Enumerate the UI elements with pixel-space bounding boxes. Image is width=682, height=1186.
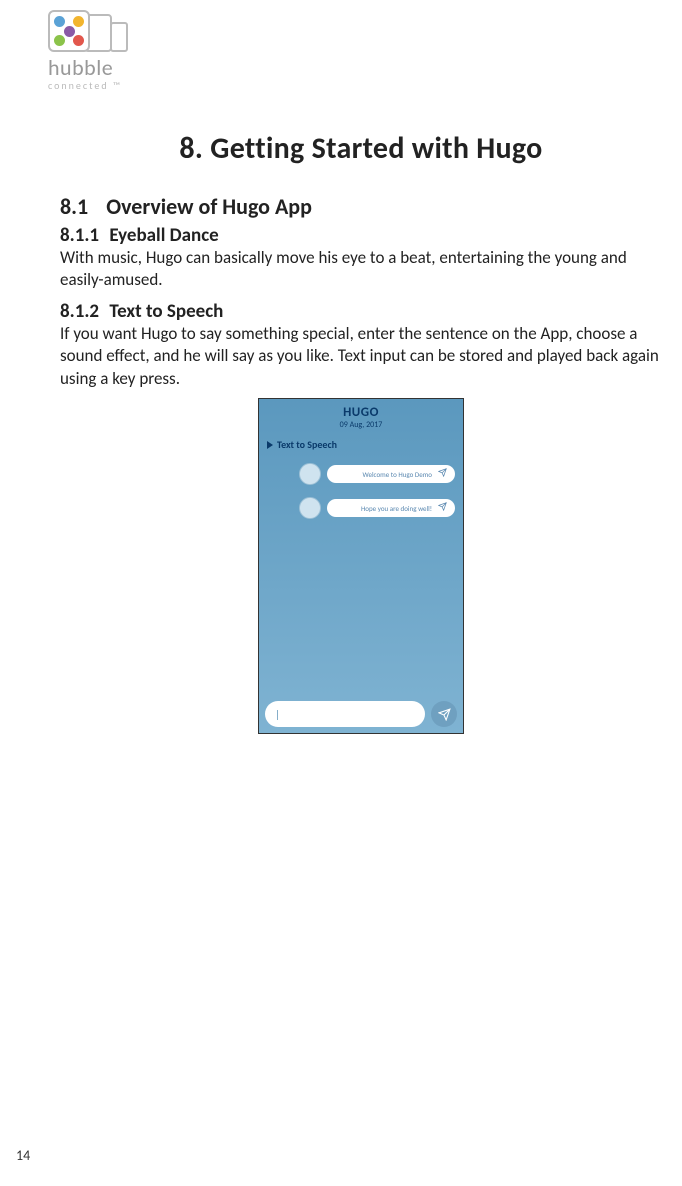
app-tab[interactable]: Text to Speech bbox=[267, 438, 455, 451]
logo-device-icon bbox=[48, 10, 90, 52]
brand-name: hubble connected ™ bbox=[48, 54, 128, 92]
subsection-heading-2: 8.1.2 Text to Speech bbox=[60, 300, 662, 323]
input-cursor: | bbox=[275, 708, 280, 721]
logo-phone-icon bbox=[110, 22, 128, 52]
message-input[interactable]: | bbox=[265, 701, 425, 727]
section-title: Overview of Hugo App bbox=[106, 193, 312, 220]
chat-bubble-text: Welcome to Hugo Demo bbox=[363, 470, 433, 479]
send-icon bbox=[438, 708, 451, 721]
subsection-title-2: Text to Speech bbox=[109, 300, 223, 323]
avatar-icon bbox=[299, 497, 321, 519]
subsection-number-1: 8.1.1 bbox=[60, 224, 99, 247]
send-icon[interactable] bbox=[438, 468, 447, 480]
brand-tagline: connected ™ bbox=[48, 79, 128, 92]
section-number: 8.1 bbox=[60, 193, 88, 220]
chat-bubble[interactable]: Welcome to Hugo Demo bbox=[327, 465, 455, 483]
brand-logo: hubble connected ™ bbox=[48, 10, 128, 92]
section-heading: 8.1 Overview of Hugo App bbox=[60, 193, 662, 220]
phone-screenshot: HUGO 09 Aug, 2017 Text to Speech Welcome… bbox=[258, 398, 464, 734]
page-number: 14 bbox=[16, 1147, 30, 1164]
subsection-number-2: 8.1.2 bbox=[60, 300, 99, 323]
app-tab-label: Text to Speech bbox=[277, 438, 337, 451]
brand-logo-mark bbox=[48, 10, 128, 52]
subsection-heading-1: 8.1.1 Eyeball Dance bbox=[60, 224, 662, 247]
subsection-body-1: With music, Hugo can basically move his … bbox=[60, 247, 662, 292]
chat-row: Hope you are doing well! bbox=[267, 497, 455, 519]
chat-row: Welcome to Hugo Demo bbox=[267, 463, 455, 485]
send-icon[interactable] bbox=[438, 502, 447, 514]
chat-bubble-text: Hope you are doing well! bbox=[361, 504, 432, 513]
send-button[interactable] bbox=[431, 701, 457, 727]
app-title: HUGO bbox=[259, 405, 463, 420]
chat-bubble[interactable]: Hope you are doing well! bbox=[327, 499, 455, 517]
app-date: 09 Aug, 2017 bbox=[259, 420, 463, 430]
subsection-body-2: If you want Hugo to say something specia… bbox=[60, 323, 662, 390]
avatar-icon bbox=[299, 463, 321, 485]
subsection-title-1: Eyeball Dance bbox=[109, 224, 218, 247]
play-icon bbox=[267, 441, 273, 449]
chapter-heading: 8. Getting Started with Hugo bbox=[60, 130, 662, 167]
